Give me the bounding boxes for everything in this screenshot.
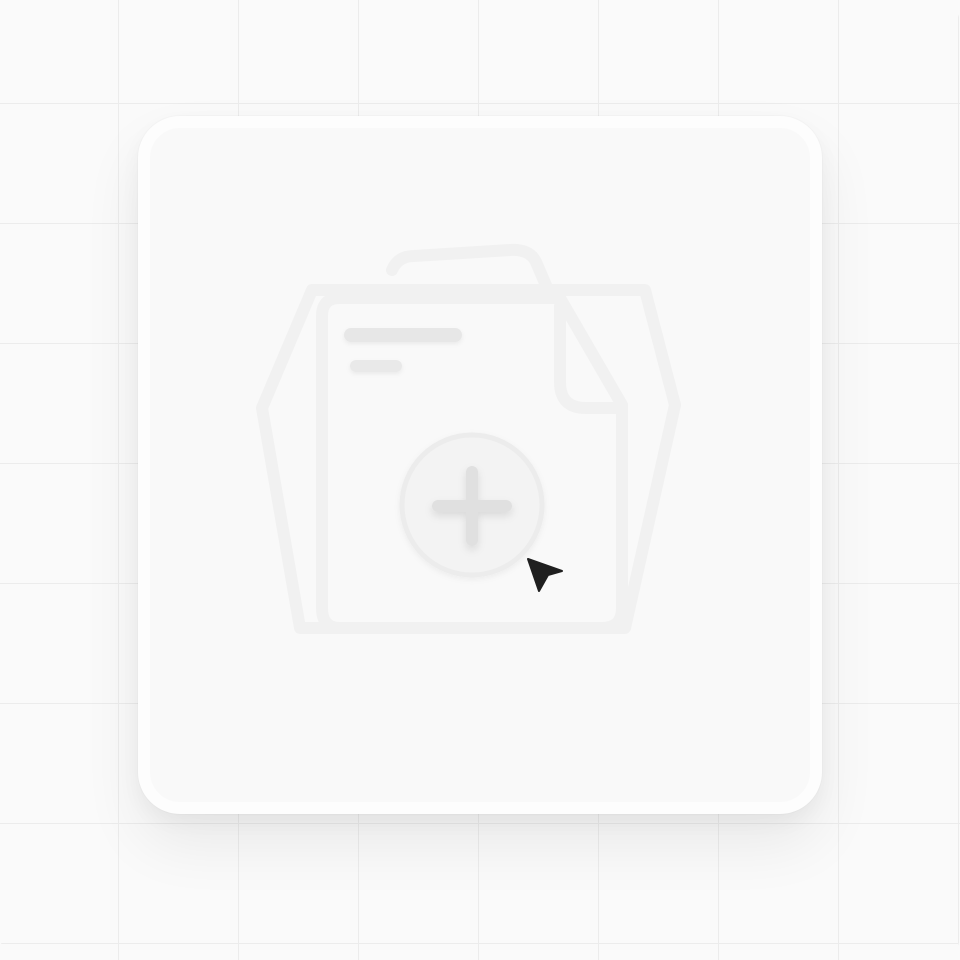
placeholder-line-short (350, 360, 402, 372)
canvas-background (0, 0, 960, 960)
add-document-button[interactable] (399, 432, 545, 578)
placeholder-line-long (344, 328, 462, 342)
